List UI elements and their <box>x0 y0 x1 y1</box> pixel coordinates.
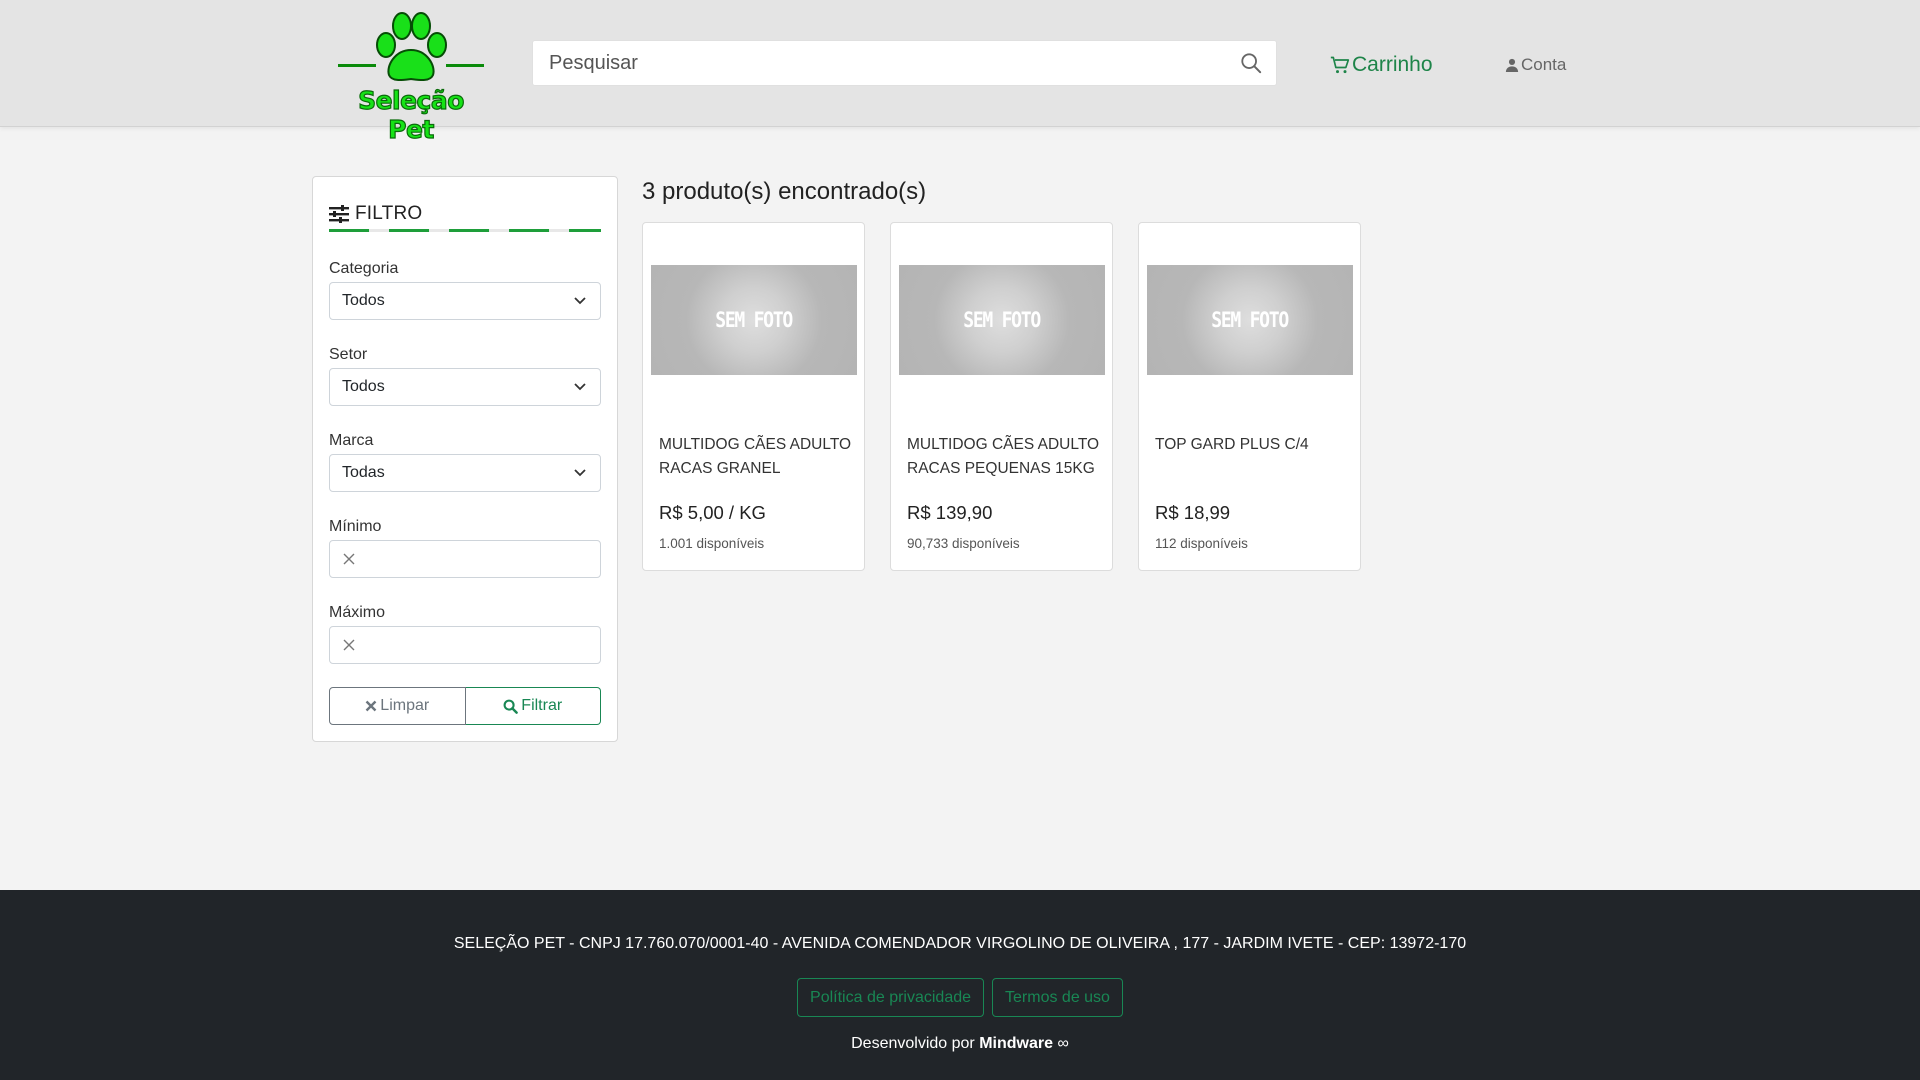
category-value: Todos <box>342 292 385 309</box>
developer-name[interactable]: Mindware <box>979 1035 1053 1052</box>
close-icon[interactable] <box>342 552 356 566</box>
filter-heading: FILTRO <box>329 203 422 225</box>
company-info: SELEÇÃO PET - CNPJ 17.760.070/0001-40 - … <box>453 935 1467 952</box>
min-price-input[interactable] <box>329 540 601 578</box>
max-price-label: Máximo <box>329 604 386 621</box>
product-photo-placeholder: SEM FOTO <box>651 265 857 375</box>
product-photo-placeholder: SEM FOTO <box>1147 265 1353 375</box>
results-count: 3 produto(s) encontrado(s) <box>642 178 927 205</box>
search-icon <box>503 699 519 714</box>
chevron-down-icon <box>574 469 586 477</box>
brand-logo[interactable]: Seleção Pet <box>333 8 489 145</box>
product-name[interactable]: TOP GARD PLUS C/4 <box>1155 433 1350 457</box>
category-select[interactable]: Todos <box>329 282 601 320</box>
sector-select[interactable]: Todos <box>329 368 601 406</box>
search-box <box>532 40 1277 86</box>
brand-name: Seleção Pet <box>357 85 465 144</box>
filter-actions: Limpar Filtrar <box>329 687 601 725</box>
product-price: R$ 5,00 / KG <box>659 502 766 523</box>
cart-icon <box>1330 56 1350 74</box>
close-icon[interactable] <box>342 638 356 652</box>
brand-value: Todas <box>342 464 385 481</box>
close-icon <box>365 700 377 712</box>
product-stock: 112 disponíveis <box>1155 536 1248 551</box>
infinity-symbol: ∞ <box>1057 1035 1069 1052</box>
user-icon <box>1505 58 1519 72</box>
developer-credit: Desenvolvido por Mindware ∞ <box>0 1035 1920 1053</box>
product-card[interactable]: SEM FOTO MULTIDOG CÃES ADULTO RACAS GRAN… <box>642 222 865 571</box>
footer-links: Política de privacidade Termos de uso <box>0 978 1920 1017</box>
chevron-down-icon <box>574 297 586 305</box>
site-header: Seleção Pet Carrinho Conta <box>0 0 1920 145</box>
category-label: Categoria <box>329 260 399 277</box>
search-input[interactable] <box>549 41 1229 85</box>
product-name[interactable]: MULTIDOG CÃES ADULTO RACAS GRANEL <box>659 433 854 481</box>
brand-select[interactable]: Todas <box>329 454 601 492</box>
terms-of-use-link[interactable]: Termos de uso <box>992 978 1123 1017</box>
product-card[interactable]: SEM FOTO MULTIDOG CÃES ADULTO RACAS PEQU… <box>890 222 1113 571</box>
sector-value: Todos <box>342 378 385 395</box>
clear-button[interactable]: Limpar <box>329 687 466 725</box>
product-name[interactable]: MULTIDOG CÃES ADULTO RACAS PEQUENAS 15KG <box>907 433 1102 481</box>
product-stock: 90,733 disponíveis <box>907 536 1020 551</box>
cart-label: Carrinho <box>1352 53 1433 76</box>
account-link[interactable]: Conta <box>1505 52 1566 78</box>
search-icon[interactable] <box>1240 52 1262 74</box>
cart-link[interactable]: Carrinho <box>1330 50 1433 80</box>
no-photo-label: SEM FOTO <box>1211 308 1290 332</box>
max-price-input[interactable] <box>329 626 601 664</box>
chevron-down-icon <box>574 383 586 391</box>
filter-button-label: Filtrar <box>521 697 563 714</box>
sliders-icon <box>329 205 349 223</box>
product-price: R$ 18,99 <box>1155 502 1231 523</box>
product-price: R$ 139,90 <box>907 502 993 523</box>
account-label: Conta <box>1521 55 1567 74</box>
filter-divider <box>329 229 601 232</box>
filter-title: FILTRO <box>355 203 423 224</box>
clear-button-label: Limpar <box>380 697 430 714</box>
product-photo-placeholder: SEM FOTO <box>899 265 1105 375</box>
no-photo-label: SEM FOTO <box>963 308 1042 332</box>
privacy-policy-link[interactable]: Política de privacidade <box>797 978 985 1017</box>
filter-button[interactable]: Filtrar <box>465 687 601 725</box>
product-card[interactable]: SEM FOTO TOP GARD PLUS C/4 R$ 18,99 112 … <box>1138 222 1361 571</box>
sector-label: Setor <box>329 346 368 363</box>
filter-panel: FILTRO Categoria Todos Setor Todos Marca… <box>312 176 618 742</box>
site-footer: SELEÇÃO PET - CNPJ 17.760.070/0001-40 - … <box>0 890 1920 1080</box>
developer-prefix: Desenvolvido por <box>851 1035 975 1052</box>
paw-logo-icon <box>338 12 484 82</box>
min-price-label: Mínimo <box>329 518 382 535</box>
no-photo-label: SEM FOTO <box>715 308 794 332</box>
brand-label: Marca <box>329 432 374 449</box>
product-stock: 1.001 disponíveis <box>659 536 765 551</box>
